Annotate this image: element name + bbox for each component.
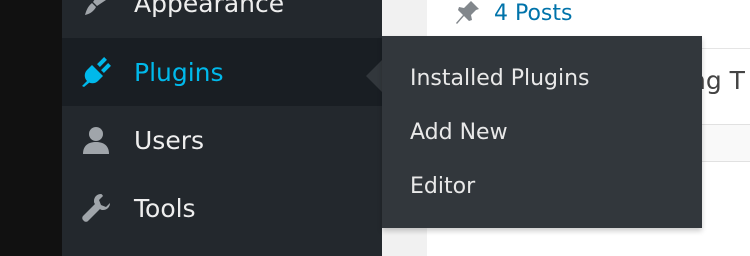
- submenu-item-add-new[interactable]: Add New: [410, 113, 508, 153]
- sidebar-item-users[interactable]: Users: [62, 106, 382, 174]
- admin-sidebar: Appearance Plugins Users Tools: [62, 0, 382, 256]
- submenu-pointer: [366, 60, 382, 92]
- plugins-submenu: Installed Plugins Add New Editor: [382, 36, 702, 228]
- plugin-icon: [80, 56, 112, 88]
- user-icon: [80, 124, 112, 156]
- sidebar-item-appearance[interactable]: Appearance: [62, 0, 382, 37]
- paintbrush-icon: [80, 0, 112, 19]
- pushpin-icon: [452, 0, 482, 28]
- sidebar-item-label: Users: [134, 125, 205, 155]
- posts-count-link[interactable]: 4 Posts: [452, 0, 572, 28]
- posts-count-label[interactable]: 4 Posts: [494, 1, 572, 26]
- wrench-icon: [80, 192, 112, 224]
- sidebar-item-plugins[interactable]: Plugins: [62, 38, 382, 106]
- sidebar-item-label: Tools: [134, 193, 196, 223]
- screen-edge: [0, 0, 62, 256]
- submenu-item-installed-plugins[interactable]: Installed Plugins: [410, 59, 590, 99]
- sidebar-item-label: Appearance: [134, 0, 285, 18]
- sidebar-item-label: Plugins: [134, 57, 224, 87]
- submenu-item-editor[interactable]: Editor: [410, 167, 475, 207]
- sidebar-item-tools[interactable]: Tools: [62, 174, 382, 242]
